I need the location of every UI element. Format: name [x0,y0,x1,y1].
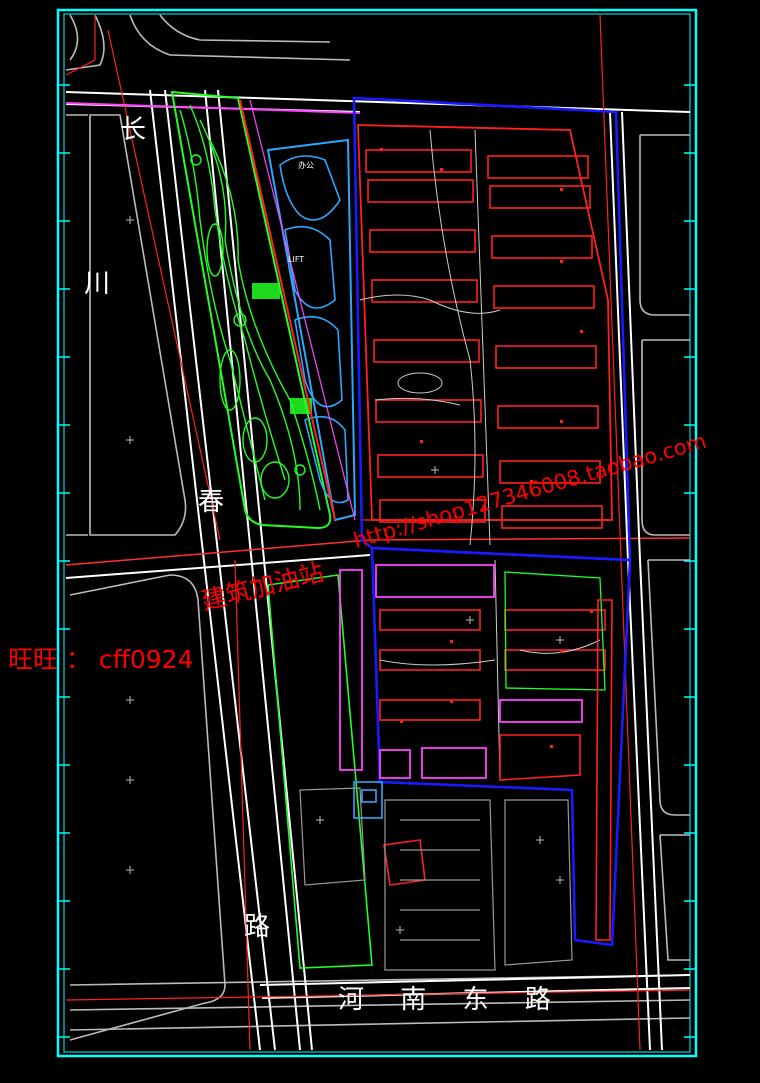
road-label-lu: 路 [244,912,270,942]
survey-dot [560,188,563,191]
road-label-chuan: 川 [84,269,110,299]
label-lift: LIFT [288,255,304,264]
survey-dot [590,610,593,613]
survey-dot [440,168,443,171]
survey-dot [580,330,583,333]
survey-dot [560,260,563,263]
road-label-henan-east: 河 南 东 路 [338,985,565,1015]
road-label-chun: 春 [198,487,224,517]
survey-dot [380,148,383,151]
survey-dot [560,650,563,653]
survey-dot [450,700,453,703]
survey-dot [400,720,403,723]
survey-dot [550,745,553,748]
road-label-chang: 长 [120,115,146,145]
watermark-wangwang: 旺旺 ： cff0924 [8,645,194,674]
survey-dot [560,420,563,423]
label-office: 办公 [298,160,314,170]
survey-dot [450,640,453,643]
survey-dot [420,440,423,443]
site-plan-drawing: 长 川 春 路 河 南 东 路 办公 LIFT 旺旺 ： cff0924 建筑加… [0,0,760,1083]
